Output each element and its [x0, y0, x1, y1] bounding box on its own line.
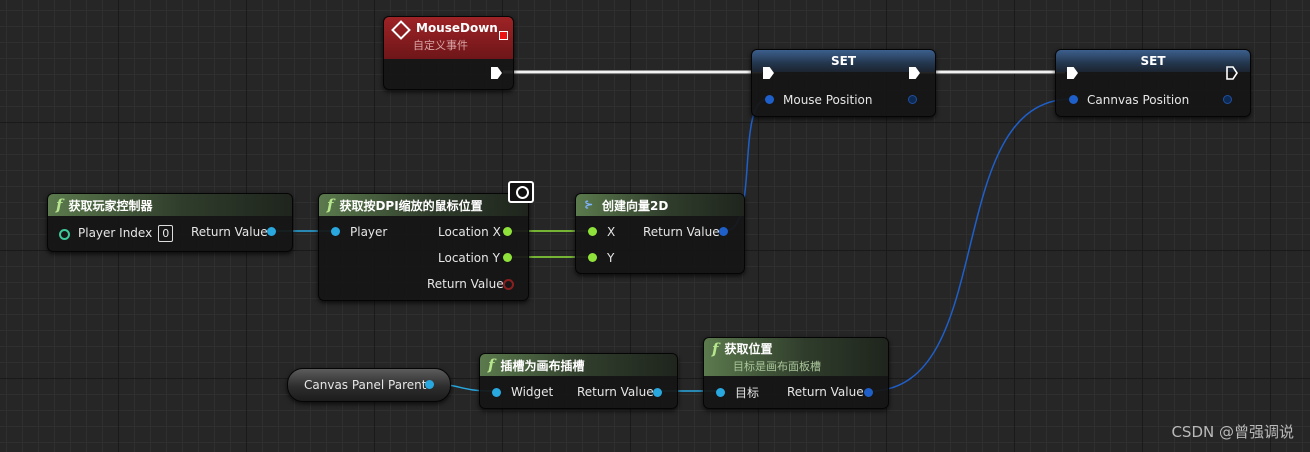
- location-y-out-pin[interactable]: [503, 253, 512, 262]
- event-subtitle: 自定义事件: [413, 39, 468, 52]
- get-position-title: 获取位置: [724, 342, 773, 356]
- event-exec-out-pin[interactable]: [491, 67, 502, 79]
- widget-in-pin[interactable]: [492, 388, 501, 397]
- player-index-input[interactable]: 0: [158, 224, 174, 242]
- set-mouse-position-node[interactable]: SET Mouse Position: [751, 49, 936, 117]
- mouse-pos-title: 获取按DPI缩放的鼠标位置: [339, 198, 483, 213]
- set-mouse-value-out-pin[interactable]: [908, 95, 917, 104]
- function-icon: f: [488, 356, 495, 374]
- slot-return-label: Return Value: [577, 385, 654, 399]
- controller-header: f 获取玩家控制器: [48, 194, 292, 216]
- vector-y-label: Y: [607, 251, 615, 265]
- canvas-panel-label: Canvas Panel Parent: [304, 378, 427, 392]
- get-position-header: f 获取位置 目标是画布面板槽: [704, 338, 888, 376]
- exec-out-hollow-icon: [1226, 66, 1238, 80]
- canvas-panel-out-pin[interactable]: [425, 380, 434, 389]
- vector-return-out-pin[interactable]: [719, 227, 728, 236]
- event-header: MouseDown 自定义事件: [384, 17, 513, 59]
- position-return-label: Return Value: [787, 385, 864, 399]
- function-icon: f: [712, 340, 719, 358]
- wire-position-to-canvas: [869, 98, 1073, 392]
- vector-icon: ⊱: [584, 198, 594, 211]
- set-mouse-header: SET: [752, 50, 935, 72]
- set-canvas-header: SET: [1056, 50, 1250, 72]
- controller-return-out-pin[interactable]: [267, 227, 276, 236]
- location-x-label: Location X: [438, 225, 501, 239]
- slot-as-canvas-slot-node[interactable]: f 插槽为画布插槽 Widget Return Value: [479, 353, 678, 409]
- location-y-label: Location Y: [438, 251, 500, 265]
- slot-title: 插槽为画布插槽: [500, 358, 585, 373]
- get-position-subtitle: 目标是画布面板槽: [733, 360, 821, 373]
- controller-return-label: Return Value: [191, 225, 268, 239]
- controller-title: 获取玩家控制器: [68, 198, 153, 213]
- get-position-node[interactable]: f 获取位置 目标是画布面板槽 目标 Return Value: [703, 337, 889, 409]
- canvas-panel-parent-node[interactable]: Canvas Panel Parent: [287, 368, 451, 402]
- function-icon: f: [56, 196, 63, 214]
- vector-x-label: X: [607, 225, 616, 239]
- get-mouse-position-dpi-node[interactable]: f 获取按DPI缩放的鼠标位置 Player Location X Locati…: [318, 181, 534, 301]
- vector-header: ⊱ 创建向量2D: [576, 194, 744, 216]
- set-canvas-value-in-pin[interactable]: [1069, 95, 1078, 104]
- slot-header: f 插槽为画布插槽: [480, 354, 677, 376]
- player-index-label: Player Index: [78, 226, 153, 240]
- widget-label: Widget: [511, 385, 554, 399]
- set-canvas-exec-out-pin[interactable]: [1226, 66, 1238, 80]
- player-in-pin[interactable]: [331, 227, 340, 236]
- position-return-out-pin[interactable]: [864, 388, 873, 397]
- function-icon: f: [327, 196, 334, 214]
- set-mouse-var-label: Mouse Position: [783, 93, 873, 107]
- event-diamond-icon: [391, 20, 411, 40]
- mouse-pos-return-label: Return Value: [427, 277, 504, 291]
- set-canvas-position-node[interactable]: SET Cannvas Position: [1055, 49, 1251, 117]
- vector-y-in-pin[interactable]: [588, 253, 597, 262]
- vector-return-label: Return Value: [643, 225, 720, 239]
- make-vector2d-node[interactable]: ⊱ 创建向量2D X Y Return Value: [575, 193, 745, 274]
- player-index-in-pin[interactable]: [59, 229, 70, 240]
- vector-x-in-pin[interactable]: [588, 227, 597, 236]
- set-mouse-value-in-pin[interactable]: [765, 95, 774, 104]
- vector-title: 创建向量2D: [602, 198, 669, 213]
- target-label: 目标: [735, 385, 760, 400]
- event-title: MouseDown: [416, 21, 498, 35]
- mouse-pos-return-out-pin[interactable]: [503, 279, 514, 290]
- monitor-icon: [508, 181, 534, 203]
- get-player-controller-node[interactable]: f 获取玩家控制器 Player Index 0 Return Value: [47, 193, 293, 252]
- watermark-text: CSDN @曾强调说: [1171, 423, 1294, 441]
- set-canvas-var-label: Cannvas Position: [1087, 93, 1190, 107]
- player-label: Player: [350, 225, 388, 239]
- set-canvas-value-out-pin[interactable]: [1223, 95, 1232, 104]
- target-in-pin[interactable]: [716, 388, 725, 397]
- delegate-pin-icon[interactable]: [499, 31, 508, 40]
- location-x-out-pin[interactable]: [503, 227, 512, 236]
- slot-return-out-pin[interactable]: [653, 388, 662, 397]
- mousedown-event-node[interactable]: MouseDown 自定义事件: [383, 16, 514, 90]
- mouse-pos-header: f 获取按DPI缩放的鼠标位置: [319, 194, 528, 216]
